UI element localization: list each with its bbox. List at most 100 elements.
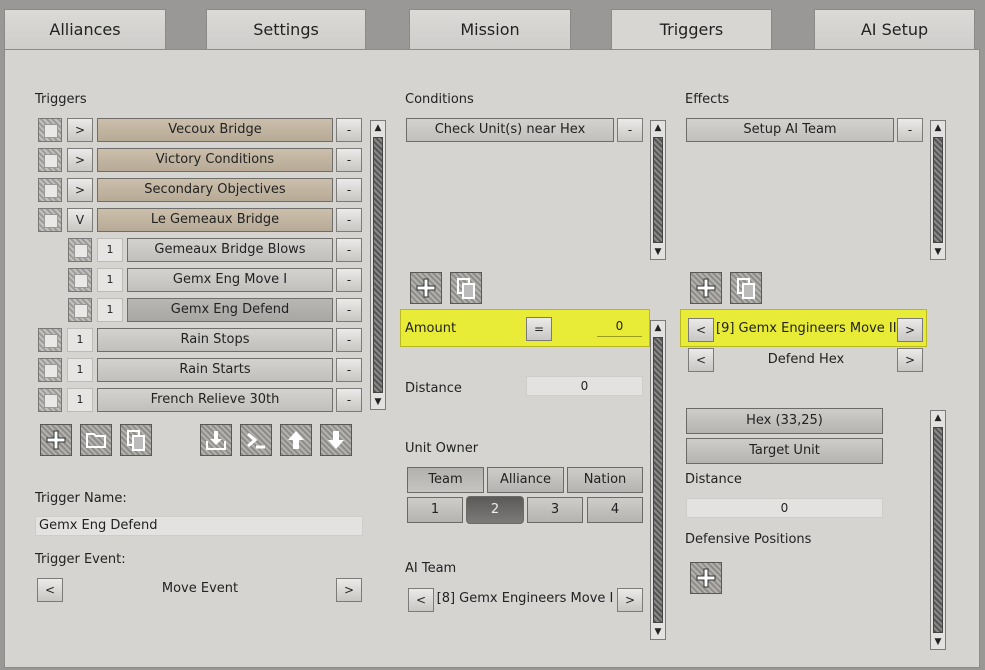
trigger-row[interactable]: Victory Conditions: [97, 148, 333, 172]
remove-trigger-button[interactable]: -: [336, 118, 362, 142]
tab-settings[interactable]: Settings: [206, 9, 366, 49]
trigger-fire-count[interactable]: 1: [97, 298, 123, 322]
tab-ai-setup[interactable]: AI Setup: [814, 9, 975, 49]
trigger-row[interactable]: Vecoux Bridge: [97, 118, 333, 142]
team-1-button[interactable]: 1: [407, 497, 463, 523]
move-down-button[interactable]: [320, 424, 352, 456]
add-condition-button[interactable]: [410, 272, 442, 304]
add-defensive-position-button[interactable]: [690, 562, 722, 594]
amount-operator-button[interactable]: =: [526, 317, 552, 341]
remove-trigger-button[interactable]: -: [336, 148, 362, 172]
tab-triggers[interactable]: Triggers: [611, 9, 772, 53]
add-folder-button[interactable]: [80, 424, 112, 456]
move-up-button[interactable]: [280, 424, 312, 456]
trigger-row[interactable]: French Relieve 30th: [97, 388, 333, 412]
scroll-up-arrow-icon[interactable]: ▲: [931, 411, 945, 425]
scroll-down-arrow-icon[interactable]: ▼: [371, 395, 385, 409]
trigger-checkbox[interactable]: [68, 238, 92, 262]
add-effect-button[interactable]: [690, 272, 722, 304]
copy-trigger-button[interactable]: [120, 424, 152, 456]
team-3-button[interactable]: 3: [527, 497, 583, 523]
distance-input[interactable]: 0: [526, 376, 643, 396]
tab-mission[interactable]: Mission: [409, 9, 571, 49]
trigger-fire-count[interactable]: 1: [97, 238, 123, 262]
trigger-checkbox[interactable]: [68, 298, 92, 322]
trigger-fire-count[interactable]: 1: [67, 328, 93, 352]
scroll-up-arrow-icon[interactable]: ▲: [651, 121, 665, 135]
effects-scrollbar[interactable]: ▲ ▼: [930, 120, 946, 260]
remove-trigger-button[interactable]: -: [336, 178, 362, 202]
scroll-thumb[interactable]: [933, 137, 943, 243]
trigger-expand-button[interactable]: >: [67, 178, 93, 202]
trigger-checkbox[interactable]: [38, 358, 62, 382]
add-trigger-button[interactable]: [40, 424, 72, 456]
trigger-checkbox[interactable]: [38, 148, 62, 172]
remove-trigger-button[interactable]: -: [336, 388, 362, 412]
remove-trigger-button[interactable]: -: [336, 328, 362, 352]
effect-item[interactable]: Setup AI Team: [686, 118, 894, 142]
team-4-button[interactable]: 4: [587, 497, 643, 523]
trigger-row[interactable]: Rain Stops: [97, 328, 333, 352]
remove-trigger-button[interactable]: -: [336, 268, 362, 292]
trigger-name-input[interactable]: Gemx Eng Defend: [35, 516, 363, 536]
team-2-button[interactable]: 2: [466, 496, 524, 524]
trigger-checkbox[interactable]: [38, 118, 62, 142]
owner-alliance-button[interactable]: Alliance: [487, 467, 564, 493]
scroll-thumb[interactable]: [373, 137, 383, 393]
trigger-event-next-button[interactable]: >: [336, 578, 362, 602]
trigger-fire-count[interactable]: 1: [67, 388, 93, 412]
trigger-checkbox[interactable]: [38, 388, 62, 412]
scroll-up-arrow-icon[interactable]: ▲: [371, 121, 385, 135]
scroll-thumb[interactable]: [933, 427, 943, 633]
hex-button[interactable]: Hex (33,25): [686, 408, 883, 434]
condition-params-scrollbar[interactable]: ▲ ▼: [650, 320, 666, 640]
copy-effect-button[interactable]: [730, 272, 762, 304]
effect-order-prev-button[interactable]: <: [688, 348, 714, 372]
target-unit-button[interactable]: Target Unit: [686, 438, 883, 464]
remove-condition-button[interactable]: -: [617, 118, 643, 142]
effect-distance-input[interactable]: 0: [686, 498, 883, 518]
owner-nation-button[interactable]: Nation: [567, 467, 643, 493]
remove-trigger-button[interactable]: -: [336, 298, 362, 322]
trigger-event-prev-button[interactable]: <: [37, 578, 63, 602]
script-button[interactable]: [240, 424, 272, 456]
effect-team-prev-button[interactable]: <: [688, 318, 714, 342]
trigger-checkbox[interactable]: [38, 178, 62, 202]
scroll-down-arrow-icon[interactable]: ▼: [651, 245, 665, 259]
trigger-fire-count[interactable]: 1: [97, 268, 123, 292]
copy-condition-button[interactable]: [450, 272, 482, 304]
trigger-row[interactable]: Secondary Objectives: [97, 178, 333, 202]
trigger-list-scrollbar[interactable]: ▲ ▼: [370, 120, 386, 410]
remove-trigger-button[interactable]: -: [336, 208, 362, 232]
trigger-row[interactable]: Le Gemeaux Bridge: [97, 208, 333, 232]
effect-params-scrollbar[interactable]: ▲ ▼: [930, 410, 946, 650]
scroll-down-arrow-icon[interactable]: ▼: [931, 245, 945, 259]
conditions-scrollbar[interactable]: ▲ ▼: [650, 120, 666, 260]
trigger-row[interactable]: Gemeaux Bridge Blows: [127, 238, 333, 262]
ai-team-prev-button[interactable]: <: [408, 588, 434, 612]
tab-alliances[interactable]: Alliances: [4, 9, 166, 49]
scroll-down-arrow-icon[interactable]: ▼: [931, 635, 945, 649]
condition-item[interactable]: Check Unit(s) near Hex: [406, 118, 614, 142]
scroll-up-arrow-icon[interactable]: ▲: [931, 121, 945, 135]
scroll-down-arrow-icon[interactable]: ▼: [651, 625, 665, 639]
trigger-expand-button[interactable]: V: [67, 208, 93, 232]
trigger-fire-count[interactable]: 1: [67, 358, 93, 382]
trigger-expand-button[interactable]: >: [67, 118, 93, 142]
remove-effect-button[interactable]: -: [897, 118, 923, 142]
trigger-checkbox[interactable]: [38, 328, 62, 352]
trigger-expand-button[interactable]: >: [67, 148, 93, 172]
scroll-thumb[interactable]: [653, 337, 663, 623]
trigger-row[interactable]: Gemx Eng Defend: [127, 298, 333, 322]
remove-trigger-button[interactable]: -: [336, 238, 362, 262]
scroll-up-arrow-icon[interactable]: ▲: [651, 321, 665, 335]
remove-trigger-button[interactable]: -: [336, 358, 362, 382]
amount-input[interactable]: 0: [597, 317, 642, 337]
trigger-row[interactable]: Gemx Eng Move I: [127, 268, 333, 292]
owner-team-button[interactable]: Team: [407, 467, 484, 493]
trigger-checkbox[interactable]: [38, 208, 62, 232]
scroll-thumb[interactable]: [653, 137, 663, 243]
effect-team-next-button[interactable]: >: [897, 318, 923, 342]
trigger-checkbox[interactable]: [68, 268, 92, 292]
ai-team-next-button[interactable]: >: [617, 588, 643, 612]
